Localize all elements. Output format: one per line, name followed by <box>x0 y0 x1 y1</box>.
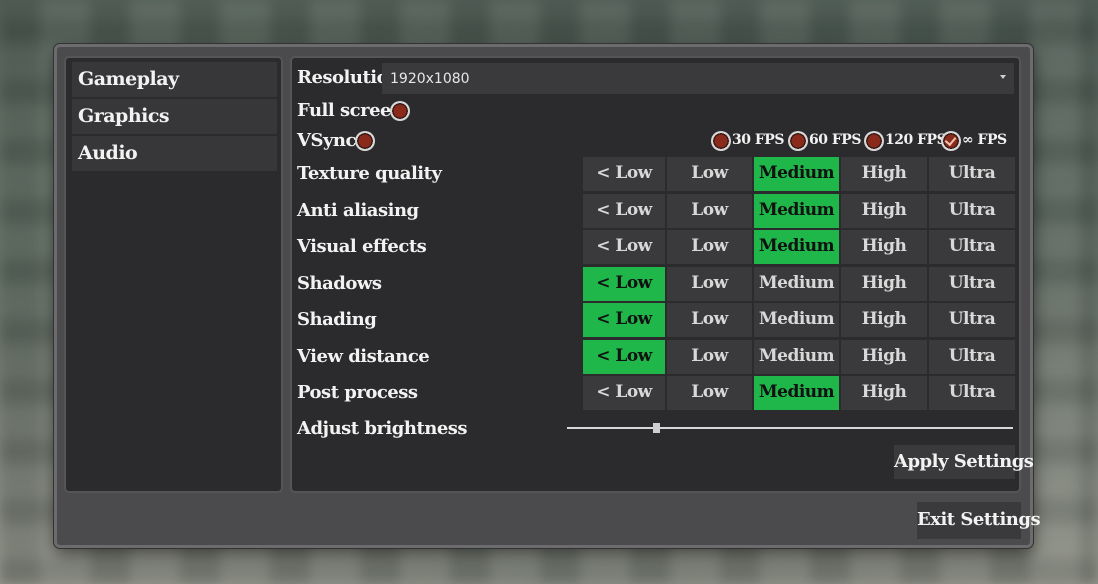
resolution-dropdown[interactable]: 1920x1080 <box>382 63 1014 94</box>
quality-option-button[interactable]: High <box>841 376 927 410</box>
quality-option-button[interactable]: Ultra <box>929 194 1015 228</box>
quality-option-button[interactable]: Medium <box>754 303 839 337</box>
fps-option-unlimited-label: ∞ FPS <box>962 132 1007 148</box>
quality-option-button[interactable]: Ultra <box>929 157 1015 191</box>
resolution-value: 1920x1080 <box>390 71 470 87</box>
fullscreen-toggle[interactable] <box>390 101 410 121</box>
quality-option-button[interactable]: High <box>841 194 927 228</box>
fullscreen-label: Full screen <box>297 100 404 121</box>
quality-row-label: Anti aliasing <box>297 200 419 221</box>
fps-option-30-label: 30 FPS <box>732 132 784 148</box>
quality-option-button[interactable]: Medium <box>754 157 839 191</box>
vsync-label: VSync <box>297 130 356 151</box>
quality-option-button[interactable]: < Low <box>583 230 665 264</box>
quality-row-label: Shadows <box>297 273 382 294</box>
brightness-slider-track[interactable] <box>567 427 1013 429</box>
apply-settings-button[interactable]: Apply Settings <box>894 445 1034 479</box>
quality-option-button[interactable]: Low <box>667 157 752 191</box>
brightness-label: Adjust brightness <box>297 418 468 439</box>
quality-option-button[interactable]: Low <box>667 303 752 337</box>
quality-option-button[interactable]: Medium <box>754 194 839 228</box>
quality-option-button[interactable]: < Low <box>583 194 665 228</box>
quality-option-button[interactable]: Ultra <box>929 340 1015 374</box>
quality-option-button[interactable]: Medium <box>754 376 839 410</box>
quality-row-label: Shading <box>297 309 377 330</box>
quality-option-button[interactable]: Medium <box>754 267 839 301</box>
quality-option-button[interactable]: < Low <box>583 267 665 301</box>
settings-sidebar: Gameplay Graphics Audio <box>64 56 283 493</box>
quality-option-button[interactable]: < Low <box>583 303 665 337</box>
quality-option-button[interactable]: High <box>841 303 927 337</box>
quality-row-label: Texture quality <box>297 163 442 184</box>
quality-option-button[interactable]: Low <box>667 267 752 301</box>
quality-option-button[interactable]: High <box>841 267 927 301</box>
quality-option-button[interactable]: Medium <box>754 340 839 374</box>
brightness-slider-thumb[interactable] <box>653 423 660 433</box>
fps-option-unlimited-radio[interactable] <box>941 131 961 151</box>
quality-option-button[interactable]: Low <box>667 194 752 228</box>
fps-option-30-radio[interactable] <box>711 131 731 151</box>
quality-option-button[interactable]: Medium <box>754 230 839 264</box>
sidebar-item-graphics[interactable]: Graphics <box>72 99 277 134</box>
fps-option-60-label: 60 FPS <box>809 132 861 148</box>
quality-option-button[interactable]: Low <box>667 376 752 410</box>
quality-option-button[interactable]: Ultra <box>929 303 1015 337</box>
quality-option-button[interactable]: Low <box>667 340 752 374</box>
quality-option-button[interactable]: Ultra <box>929 230 1015 264</box>
exit-settings-button[interactable]: Exit Settings <box>917 502 1041 539</box>
quality-option-button[interactable]: < Low <box>583 376 665 410</box>
quality-option-button[interactable]: < Low <box>583 340 665 374</box>
vsync-toggle[interactable] <box>355 131 375 151</box>
quality-row-label: Visual effects <box>297 236 427 257</box>
fps-option-60-radio[interactable] <box>788 131 808 151</box>
quality-option-button[interactable]: < Low <box>583 157 665 191</box>
quality-option-button[interactable]: Low <box>667 230 752 264</box>
fps-option-120-label: 120 FPS <box>885 132 947 148</box>
quality-option-button[interactable]: High <box>841 230 927 264</box>
sidebar-item-gameplay[interactable]: Gameplay <box>72 62 277 97</box>
quality-row-label: Post process <box>297 382 418 403</box>
quality-option-button[interactable]: Ultra <box>929 267 1015 301</box>
sidebar-item-audio[interactable]: Audio <box>72 136 277 171</box>
chevron-down-icon <box>1000 75 1006 79</box>
fps-option-120-radio[interactable] <box>864 131 884 151</box>
quality-option-button[interactable]: High <box>841 157 927 191</box>
quality-row-label: View distance <box>297 346 430 367</box>
quality-option-button[interactable]: Ultra <box>929 376 1015 410</box>
quality-option-button[interactable]: High <box>841 340 927 374</box>
